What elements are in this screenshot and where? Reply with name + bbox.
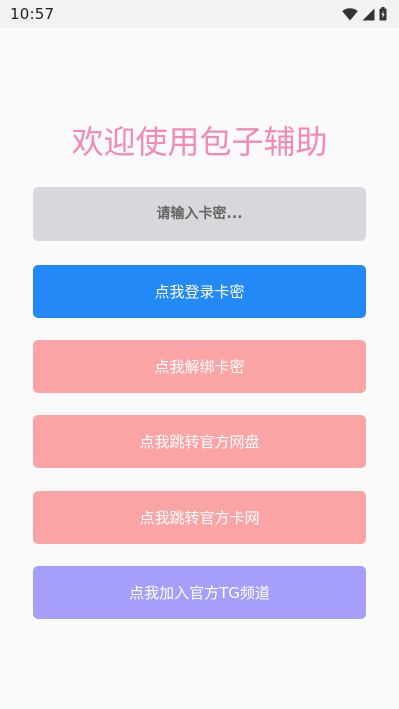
signal-icon bbox=[362, 8, 375, 21]
battery-icon bbox=[379, 7, 387, 21]
page-title: 欢迎使用包子辅助 bbox=[71, 123, 328, 161]
login-card-button[interactable]: 点我登录卡密 bbox=[33, 265, 366, 318]
status-bar: 10:57 bbox=[0, 0, 399, 28]
card-shop-button[interactable]: 点我跳转官方卡网 bbox=[33, 491, 366, 544]
status-icons bbox=[342, 7, 387, 21]
telegram-channel-button[interactable]: 点我加入官方TG频道 bbox=[33, 566, 366, 619]
card-key-field[interactable] bbox=[33, 187, 366, 241]
cloud-drive-button[interactable]: 点我跳转官方网盘 bbox=[33, 415, 366, 468]
card-key-input[interactable] bbox=[33, 187, 366, 241]
wifi-icon bbox=[342, 7, 358, 21]
unbind-card-button[interactable]: 点我解绑卡密 bbox=[33, 340, 366, 393]
status-time: 10:57 bbox=[10, 5, 55, 23]
